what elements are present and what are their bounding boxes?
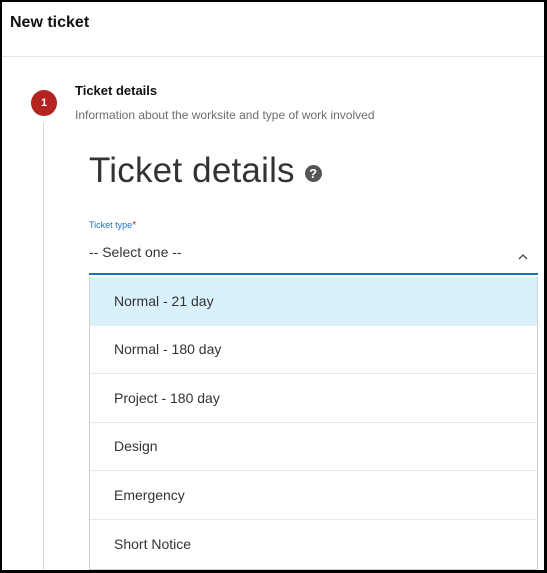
step-connector-line	[43, 123, 44, 570]
ticket-type-option[interactable]: Project - 180 day	[90, 374, 537, 423]
step-subtitle: Information about the worksite and type …	[75, 108, 375, 122]
new-ticket-panel: New ticket 1 Ticket details Information …	[0, 0, 545, 571]
ticket-type-option[interactable]: Normal - 180 day	[90, 326, 537, 374]
panel-title: New ticket	[10, 14, 90, 31]
step-title: Ticket details	[75, 83, 158, 98]
required-marker: *	[132, 220, 137, 231]
ticket-type-option[interactable]: Emergency	[90, 471, 537, 520]
ticket-type-option[interactable]: Normal - 21 day	[90, 277, 537, 326]
ticket-type-select[interactable]: -- Select one --	[89, 239, 538, 275]
panel-header: New ticket	[1, 1, 544, 57]
chevron-up-icon[interactable]	[518, 252, 528, 262]
ticket-type-label-text: Ticket type	[89, 220, 133, 230]
ticket-type-selected-value: -- Select one --	[89, 244, 182, 260]
step-number-badge: 1	[31, 90, 57, 116]
ticket-type-label: Ticket type*	[89, 220, 136, 231]
ticket-type-dropdown-list: Normal - 21 day Normal - 180 day Project -…	[89, 277, 538, 570]
question-circle-icon[interactable]: ?	[304, 164, 322, 182]
ticket-type-option[interactable]: Short Notice	[90, 520, 537, 569]
ticket-type-option[interactable]: Design	[90, 423, 537, 471]
section-heading-text: Ticket details	[89, 151, 295, 190]
section-heading: Ticket details ?	[89, 151, 322, 191]
